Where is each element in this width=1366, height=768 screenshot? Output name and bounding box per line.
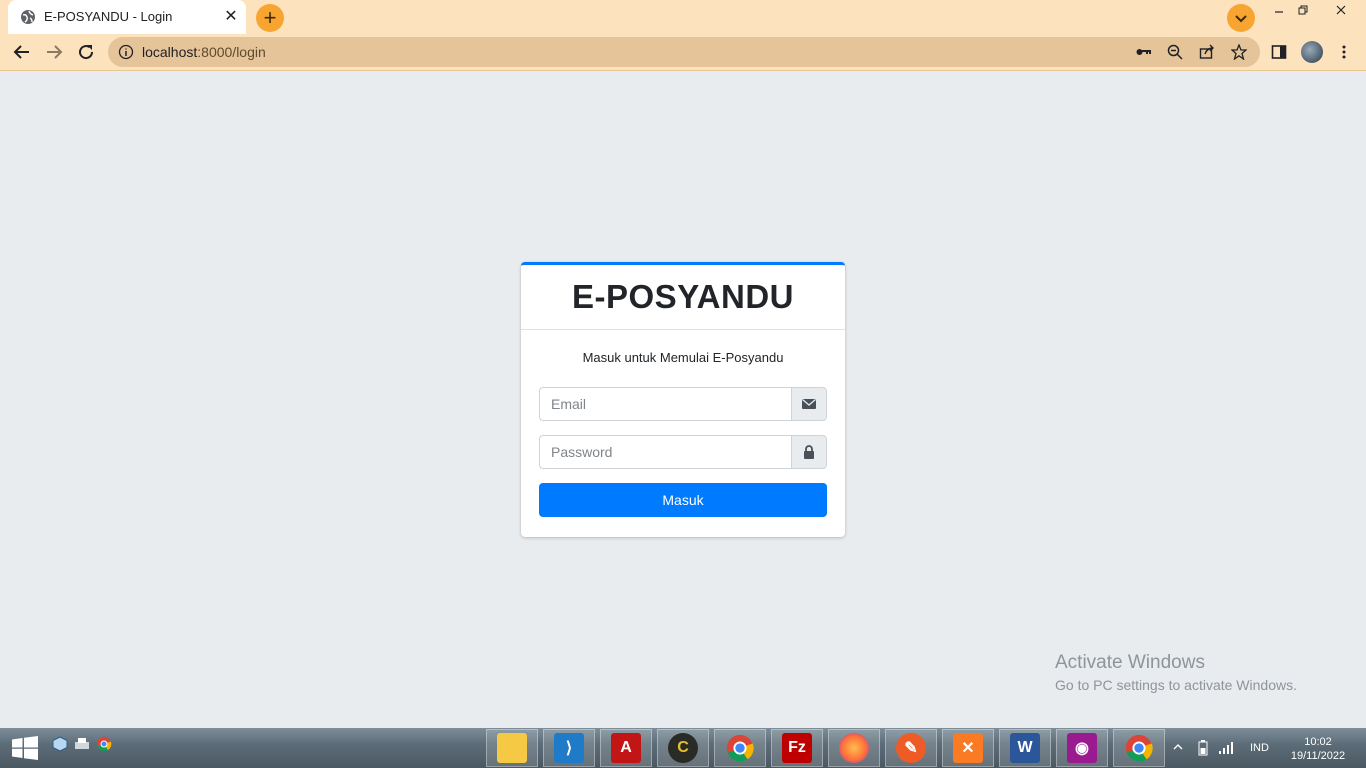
- taskbar-word[interactable]: W: [999, 729, 1051, 767]
- taskbar-chrome[interactable]: [714, 729, 766, 767]
- xampp-icon: ✕: [953, 733, 983, 763]
- taskbar-acrobat[interactable]: A: [600, 729, 652, 767]
- windows-taskbar: ⟩ A C Fz ✎ ✕ W ◉ IND 10:02 19/11/2022: [0, 728, 1366, 768]
- browser-toolbar: localhost:8000/login: [0, 34, 1366, 71]
- password-addon: [791, 435, 827, 469]
- email-input[interactable]: [539, 387, 791, 421]
- password-input[interactable]: [539, 435, 791, 469]
- restore-icon: [1298, 5, 1308, 15]
- arrow-right-icon: [47, 45, 63, 59]
- password-group: [539, 435, 827, 469]
- taskbar-vscode[interactable]: ⟩: [543, 729, 595, 767]
- taskbar-eclipse[interactable]: C: [657, 729, 709, 767]
- side-panel-icon[interactable]: [1270, 43, 1288, 61]
- folder-icon: [497, 733, 527, 763]
- filezilla-icon: Fz: [782, 733, 812, 763]
- clock-date: 19/11/2022: [1290, 750, 1346, 762]
- printer-icon[interactable]: [74, 736, 90, 752]
- reload-button[interactable]: [70, 36, 102, 68]
- close-icon: [1336, 5, 1346, 15]
- key-icon[interactable]: [1134, 43, 1152, 61]
- cube-icon[interactable]: [52, 736, 68, 752]
- browser-titlebar: E-POSYANDU - Login ✕ +: [0, 0, 1366, 34]
- globe-icon: [21, 10, 35, 24]
- taskbar-postman[interactable]: ✎: [885, 729, 937, 767]
- taskbar-firefox[interactable]: [828, 729, 880, 767]
- brand-title[interactable]: E-POSYANDU: [572, 278, 794, 315]
- share-icon[interactable]: [1198, 43, 1216, 61]
- taskbar-file-explorer[interactable]: [486, 729, 538, 767]
- profile-avatar[interactable]: [1301, 41, 1323, 63]
- star-icon[interactable]: [1230, 43, 1248, 61]
- zoom-icon[interactable]: [1166, 43, 1184, 61]
- postman-icon: ✎: [896, 733, 926, 763]
- eclipse-icon: C: [668, 733, 698, 763]
- browser-tab[interactable]: E-POSYANDU - Login ✕: [8, 0, 246, 34]
- lock-icon: [804, 445, 814, 459]
- taskbar-chrome-profile[interactable]: [1113, 729, 1165, 767]
- tab-close-icon[interactable]: ✕: [222, 8, 240, 26]
- activate-windows-watermark: Activate Windows Go to PC settings to ac…: [1055, 652, 1297, 693]
- chrome-small-icon[interactable]: [96, 736, 112, 752]
- system-clock[interactable]: 10:02 19/11/2022: [1286, 735, 1350, 763]
- close-window-button[interactable]: [1318, 0, 1364, 22]
- card-header: E-POSYANDU: [521, 265, 845, 330]
- arrow-left-icon: [13, 45, 29, 59]
- word-icon: W: [1010, 733, 1040, 763]
- card-body: Masuk untuk Memulai E-Posyandu Masuk: [521, 330, 845, 537]
- chrome-profile-icon: [1125, 734, 1153, 762]
- email-addon: [791, 387, 827, 421]
- new-tab-button[interactable]: +: [256, 4, 284, 32]
- camera-icon: ◉: [1067, 733, 1097, 763]
- clock-time: 10:02: [1304, 736, 1332, 748]
- forward-button[interactable]: [38, 36, 70, 68]
- taskbar-xampp[interactable]: ✕: [942, 729, 994, 767]
- watermark-title: Activate Windows: [1055, 652, 1205, 673]
- url-path: :8000/login: [197, 44, 266, 60]
- battery-icon[interactable]: [1196, 740, 1210, 756]
- back-button[interactable]: [6, 36, 38, 68]
- chrome-icon: [726, 734, 754, 762]
- login-card: E-POSYANDU Masuk untuk Memulai E-Posyand…: [521, 262, 845, 537]
- url-host: localhost: [142, 44, 198, 60]
- email-group: [539, 387, 827, 421]
- watermark-subtitle: Go to PC settings to activate Windows.: [1055, 677, 1297, 693]
- vscode-icon: ⟩: [554, 733, 584, 763]
- info-icon[interactable]: [118, 44, 134, 60]
- firefox-icon: [839, 733, 869, 763]
- address-bar[interactable]: localhost:8000/login: [108, 37, 1260, 67]
- signal-icon[interactable]: [1218, 741, 1236, 755]
- chevron-down-icon: [1235, 15, 1247, 23]
- taskbar-filezilla[interactable]: Fz: [771, 729, 823, 767]
- login-submit-button[interactable]: Masuk: [539, 483, 827, 517]
- envelope-icon: [802, 399, 816, 409]
- tab-title: E-POSYANDU - Login: [44, 9, 173, 24]
- reload-icon: [79, 45, 94, 60]
- menu-kebab-icon[interactable]: [1335, 43, 1353, 61]
- taskbar-camera[interactable]: ◉: [1056, 729, 1108, 767]
- windows-start-icon[interactable]: [12, 736, 38, 760]
- tray-chevron-up-icon[interactable]: [1173, 743, 1183, 751]
- login-message: Masuk untuk Memulai E-Posyandu: [582, 350, 784, 365]
- language-indicator[interactable]: IND: [1250, 742, 1269, 754]
- acrobat-icon: A: [611, 733, 641, 763]
- tab-search-button[interactable]: [1227, 4, 1255, 32]
- url-text: localhost:8000/login: [142, 44, 266, 60]
